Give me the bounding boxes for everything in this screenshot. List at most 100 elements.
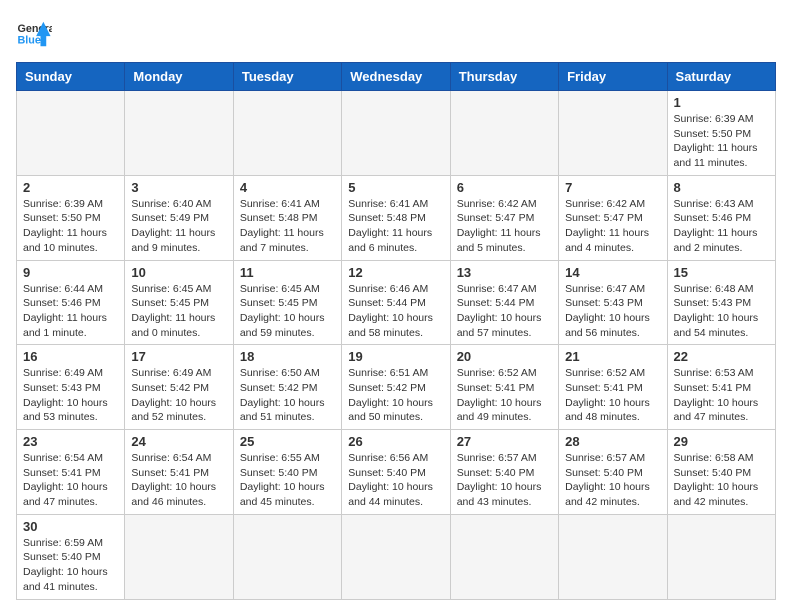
day-info: Sunrise: 6:43 AM Sunset: 5:46 PM Dayligh… (674, 197, 769, 256)
calendar-cell: 17 Sunrise: 6:49 AM Sunset: 5:42 PM Dayli… (125, 345, 233, 430)
day-info: Sunrise: 6:40 AM Sunset: 5:49 PM Dayligh… (131, 197, 226, 256)
calendar-week-row: 16 Sunrise: 6:49 AM Sunset: 5:43 PM Dayli… (17, 345, 776, 430)
calendar-week-row: 30 Sunrise: 6:59 AM Sunset: 5:40 PM Dayli… (17, 514, 776, 599)
day-number: 28 (565, 434, 660, 449)
day-info: Sunrise: 6:52 AM Sunset: 5:41 PM Dayligh… (457, 366, 552, 425)
day-number: 7 (565, 180, 660, 195)
weekday-header-sunday: Sunday (17, 63, 125, 91)
day-info: Sunrise: 6:59 AM Sunset: 5:40 PM Dayligh… (23, 536, 118, 595)
day-number: 24 (131, 434, 226, 449)
calendar-cell: 15 Sunrise: 6:48 AM Sunset: 5:43 PM Dayli… (667, 260, 775, 345)
day-info: Sunrise: 6:54 AM Sunset: 5:41 PM Dayligh… (23, 451, 118, 510)
calendar-cell: 11Sunrise: 6:45 AM Sunset: 5:45 PM Dayli… (233, 260, 341, 345)
day-number: 15 (674, 265, 769, 280)
day-info: Sunrise: 6:44 AM Sunset: 5:46 PM Dayligh… (23, 282, 118, 341)
day-number: 17 (131, 349, 226, 364)
calendar-cell: 19Sunrise: 6:51 AM Sunset: 5:42 PM Dayli… (342, 345, 450, 430)
day-info: Sunrise: 6:41 AM Sunset: 5:48 PM Dayligh… (348, 197, 443, 256)
day-number: 30 (23, 519, 118, 534)
day-info: Sunrise: 6:39 AM Sunset: 5:50 PM Dayligh… (23, 197, 118, 256)
day-number: 6 (457, 180, 552, 195)
calendar-cell: 4 Sunrise: 6:41 AM Sunset: 5:48 PM Daylig… (233, 175, 341, 260)
calendar-cell: 3 Sunrise: 6:40 AM Sunset: 5:49 PM Daylig… (125, 175, 233, 260)
calendar-week-row: 23 Sunrise: 6:54 AM Sunset: 5:41 PM Dayli… (17, 430, 776, 515)
calendar-cell: 8 Sunrise: 6:43 AM Sunset: 5:46 PM Daylig… (667, 175, 775, 260)
day-info: Sunrise: 6:57 AM Sunset: 5:40 PM Dayligh… (565, 451, 660, 510)
logo-icon: General Blue (16, 16, 52, 52)
calendar-cell: 16 Sunrise: 6:49 AM Sunset: 5:43 PM Dayli… (17, 345, 125, 430)
day-info: Sunrise: 6:46 AM Sunset: 5:44 PM Dayligh… (348, 282, 443, 341)
day-info: Sunrise: 6:55 AM Sunset: 5:40 PM Dayligh… (240, 451, 335, 510)
calendar-cell: 10 Sunrise: 6:45 AM Sunset: 5:45 PM Dayli… (125, 260, 233, 345)
day-info: Sunrise: 6:54 AM Sunset: 5:41 PM Dayligh… (131, 451, 226, 510)
calendar-cell: 5Sunrise: 6:41 AM Sunset: 5:48 PM Daylig… (342, 175, 450, 260)
calendar-cell (233, 514, 341, 599)
calendar-cell (125, 514, 233, 599)
weekday-header-wednesday: Wednesday (342, 63, 450, 91)
calendar-cell: 21Sunrise: 6:52 AM Sunset: 5:41 PM Dayli… (559, 345, 667, 430)
day-info: Sunrise: 6:47 AM Sunset: 5:43 PM Dayligh… (565, 282, 660, 341)
calendar-cell: 12 Sunrise: 6:46 AM Sunset: 5:44 PM Dayli… (342, 260, 450, 345)
calendar-cell (342, 91, 450, 176)
day-info: Sunrise: 6:48 AM Sunset: 5:43 PM Dayligh… (674, 282, 769, 341)
day-number: 4 (240, 180, 335, 195)
day-number: 25 (240, 434, 335, 449)
day-number: 8 (674, 180, 769, 195)
calendar-cell: 14 Sunrise: 6:47 AM Sunset: 5:43 PM Dayli… (559, 260, 667, 345)
calendar-cell: 7 Sunrise: 6:42 AM Sunset: 5:47 PM Daylig… (559, 175, 667, 260)
day-number: 21 (565, 349, 660, 364)
weekday-header-monday: Monday (125, 63, 233, 91)
day-info: Sunrise: 6:58 AM Sunset: 5:40 PM Dayligh… (674, 451, 769, 510)
calendar-week-row: 9 Sunrise: 6:44 AM Sunset: 5:46 PM Daylig… (17, 260, 776, 345)
calendar-cell: 18Sunrise: 6:50 AM Sunset: 5:42 PM Dayli… (233, 345, 341, 430)
day-info: Sunrise: 6:49 AM Sunset: 5:43 PM Dayligh… (23, 366, 118, 425)
day-info: Sunrise: 6:49 AM Sunset: 5:42 PM Dayligh… (131, 366, 226, 425)
calendar-cell (342, 514, 450, 599)
calendar-cell: 25 Sunrise: 6:55 AM Sunset: 5:40 PM Dayli… (233, 430, 341, 515)
day-info: Sunrise: 6:47 AM Sunset: 5:44 PM Dayligh… (457, 282, 552, 341)
day-info: Sunrise: 6:45 AM Sunset: 5:45 PM Dayligh… (131, 282, 226, 341)
calendar-cell: 2 Sunrise: 6:39 AM Sunset: 5:50 PM Daylig… (17, 175, 125, 260)
day-number: 23 (23, 434, 118, 449)
calendar-cell: 22 Sunrise: 6:53 AM Sunset: 5:41 PM Dayli… (667, 345, 775, 430)
day-info: Sunrise: 6:57 AM Sunset: 5:40 PM Dayligh… (457, 451, 552, 510)
day-number: 27 (457, 434, 552, 449)
day-info: Sunrise: 6:42 AM Sunset: 5:47 PM Dayligh… (457, 197, 552, 256)
day-number: 29 (674, 434, 769, 449)
calendar-cell (450, 91, 558, 176)
calendar-cell: 23 Sunrise: 6:54 AM Sunset: 5:41 PM Dayli… (17, 430, 125, 515)
day-number: 26 (348, 434, 443, 449)
day-number: 12 (348, 265, 443, 280)
calendar-cell: 1Sunrise: 6:39 AM Sunset: 5:50 PM Daylig… (667, 91, 775, 176)
weekday-header-tuesday: Tuesday (233, 63, 341, 91)
day-info: Sunrise: 6:42 AM Sunset: 5:47 PM Dayligh… (565, 197, 660, 256)
day-number: 9 (23, 265, 118, 280)
day-number: 18 (240, 349, 335, 364)
day-number: 3 (131, 180, 226, 195)
day-number: 10 (131, 265, 226, 280)
day-number: 22 (674, 349, 769, 364)
calendar-cell: 6 Sunrise: 6:42 AM Sunset: 5:47 PM Daylig… (450, 175, 558, 260)
day-info: Sunrise: 6:39 AM Sunset: 5:50 PM Dayligh… (674, 112, 769, 171)
calendar-cell: 13 Sunrise: 6:47 AM Sunset: 5:44 PM Dayli… (450, 260, 558, 345)
calendar-cell (559, 514, 667, 599)
calendar-cell: 24 Sunrise: 6:54 AM Sunset: 5:41 PM Dayli… (125, 430, 233, 515)
calendar-cell (559, 91, 667, 176)
day-number: 13 (457, 265, 552, 280)
calendar-week-row: 2 Sunrise: 6:39 AM Sunset: 5:50 PM Daylig… (17, 175, 776, 260)
day-number: 20 (457, 349, 552, 364)
calendar-cell (450, 514, 558, 599)
day-number: 16 (23, 349, 118, 364)
day-number: 2 (23, 180, 118, 195)
day-info: Sunrise: 6:41 AM Sunset: 5:48 PM Dayligh… (240, 197, 335, 256)
day-info: Sunrise: 6:53 AM Sunset: 5:41 PM Dayligh… (674, 366, 769, 425)
day-number: 14 (565, 265, 660, 280)
calendar-cell (125, 91, 233, 176)
weekday-header-saturday: Saturday (667, 63, 775, 91)
calendar-cell: 9 Sunrise: 6:44 AM Sunset: 5:46 PM Daylig… (17, 260, 125, 345)
day-info: Sunrise: 6:56 AM Sunset: 5:40 PM Dayligh… (348, 451, 443, 510)
calendar-cell (233, 91, 341, 176)
page-header: General Blue (16, 16, 776, 52)
weekday-header-friday: Friday (559, 63, 667, 91)
calendar-cell: 29 Sunrise: 6:58 AM Sunset: 5:40 PM Dayli… (667, 430, 775, 515)
